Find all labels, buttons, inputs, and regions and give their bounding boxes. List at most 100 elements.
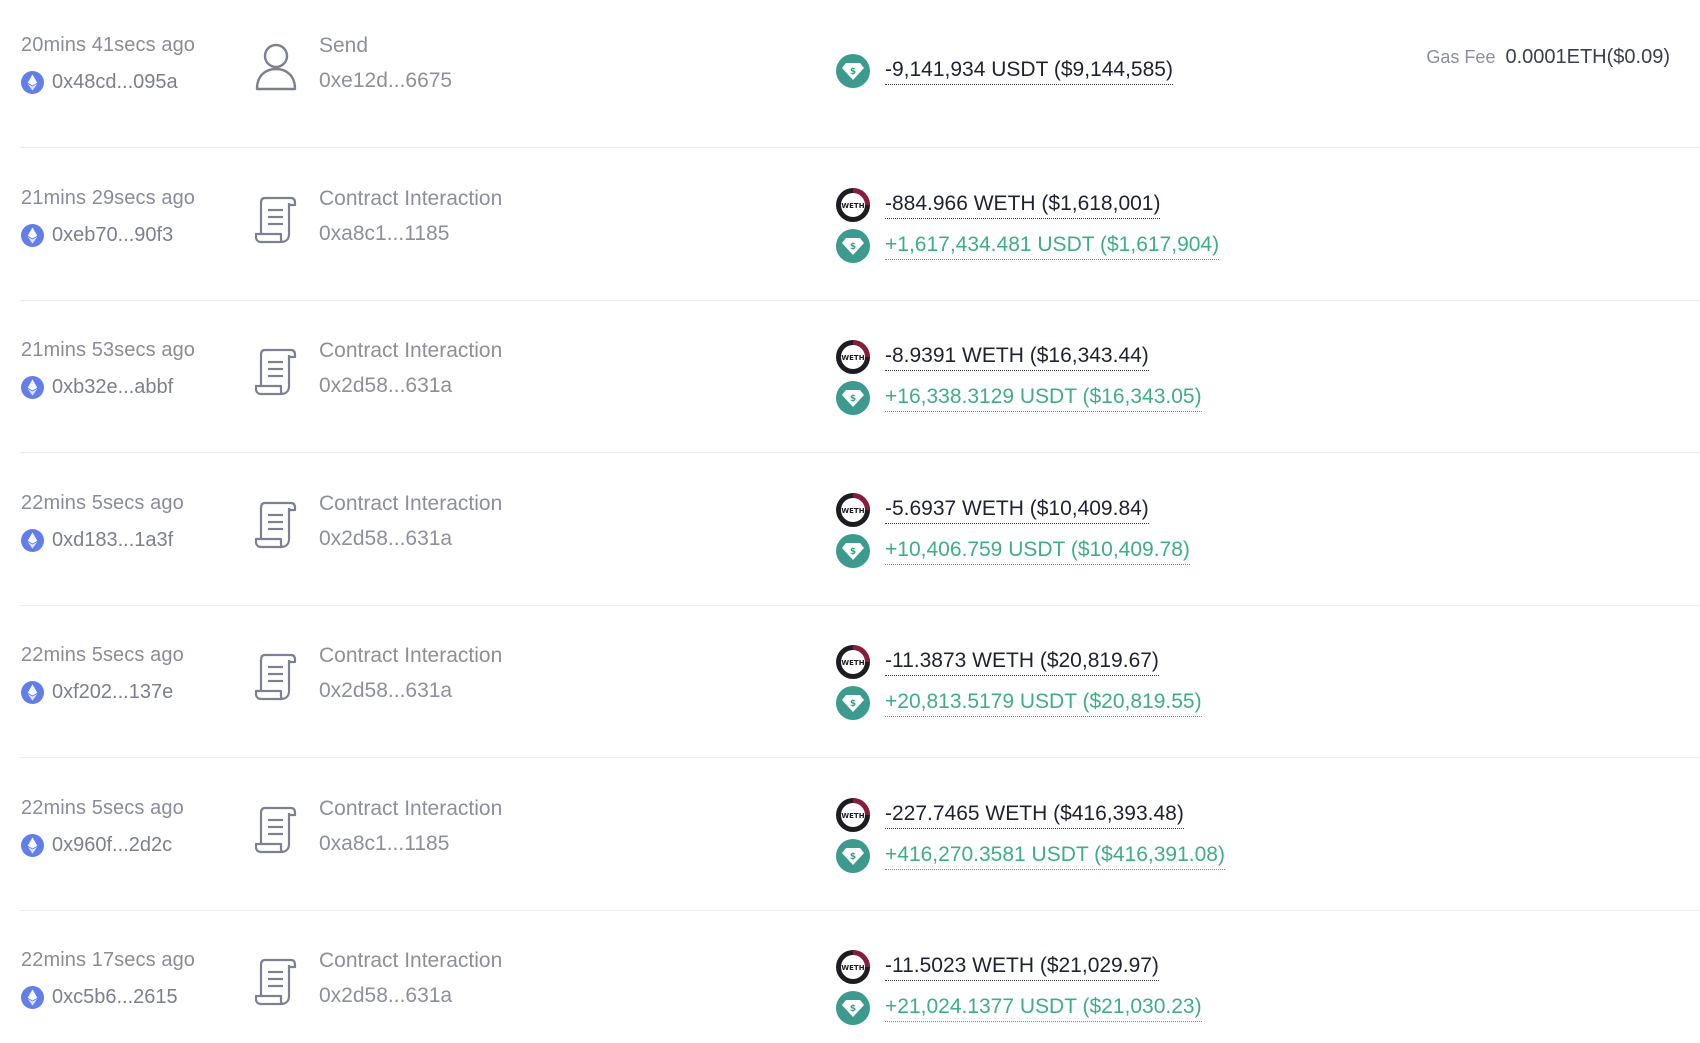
tx-counterparty-address[interactable]: 0x2d58...631a <box>319 373 502 399</box>
tx-type-label: Send <box>319 34 369 57</box>
tx-time: 21mins 29secs ago <box>21 187 196 209</box>
tx-amounts: WETH -884.966 WETH ($1,618,001) $ +1,617,43… <box>835 187 1220 269</box>
tx-counterparty-address[interactable]: 0xe12d...6675 <box>319 68 452 94</box>
tx-hash-line[interactable]: 0xeb70...90f3 <box>21 222 241 248</box>
usdt-token-icon: $ <box>836 229 870 263</box>
tx-type-block: Contract Interaction 0xa8c1...1185 <box>319 186 502 247</box>
tx-hash-line[interactable]: 0x48cd...095a <box>21 69 241 95</box>
tx-hash[interactable]: 0xf202...137e <box>52 679 173 705</box>
tx-counterparty-address[interactable]: 0x2d58...631a <box>319 526 502 552</box>
usdt-token-icon: $ <box>836 991 870 1025</box>
amount-line-usdt: $ -9,141,934 USDT ($9,144,585) <box>835 53 1173 89</box>
amount-value-weth[interactable]: -227.7465 WETH ($416,393.48) <box>885 801 1184 829</box>
amount-line-usdt: $ +10,406.759 USDT ($10,409.78) <box>835 533 1190 569</box>
weth-token-icon: WETH <box>836 188 870 222</box>
ethereum-icon <box>21 70 44 94</box>
amount-value-usdt[interactable]: +10,406.759 USDT ($10,409.78) <box>885 537 1190 565</box>
scroll-document-icon <box>254 196 297 244</box>
amount-value-usdt[interactable]: +16,338.3129 USDT ($16,343.05) <box>885 384 1202 412</box>
svg-text:WETH: WETH <box>841 354 864 362</box>
amount-value-usdt[interactable]: +416,270.3581 USDT ($416,391.08) <box>885 842 1225 870</box>
amount-value-weth[interactable]: -11.3873 WETH ($20,819.67) <box>885 648 1159 676</box>
usdt-token-icon: $ <box>836 54 870 88</box>
tx-type-label: Contract Interaction <box>319 644 503 667</box>
tx-type-label: Contract Interaction <box>319 797 503 820</box>
tx-hash-line[interactable]: 0x960f...2d2c <box>21 832 241 858</box>
tx-time-block: 22mins 5secs ago 0xf202...137e <box>21 642 241 705</box>
tx-type-block: Contract Interaction 0x2d58...631a <box>319 338 502 399</box>
svg-text:WETH: WETH <box>841 202 864 210</box>
amount-value-usdt[interactable]: +21,024.1377 USDT ($21,030.23) <box>885 994 1202 1022</box>
tx-time: 22mins 5secs ago <box>21 492 184 514</box>
tx-counterparty-address[interactable]: 0xa8c1...1185 <box>319 221 502 247</box>
amount-line-usdt: $ +21,024.1377 USDT ($21,030.23) <box>835 990 1202 1026</box>
tx-hash-line[interactable]: 0xd183...1a3f <box>21 527 241 553</box>
row-divider <box>20 757 1700 758</box>
tx-type-icon-wrap <box>253 804 299 856</box>
tx-time-block: 22mins 5secs ago 0x960f...2d2c <box>21 795 241 858</box>
amount-line-weth: WETH -11.3873 WETH ($20,819.67) <box>835 644 1202 680</box>
tx-time-block: 22mins 17secs ago 0xc5b6...2615 <box>21 947 241 1010</box>
amount-value-weth[interactable]: -8.9391 WETH ($16,343.44) <box>885 343 1149 371</box>
user-icon <box>255 43 297 91</box>
svg-text:WETH: WETH <box>841 507 864 515</box>
svg-text:WETH: WETH <box>841 812 864 820</box>
svg-text:WETH: WETH <box>841 964 864 972</box>
tx-hash-line[interactable]: 0xc5b6...2615 <box>21 984 241 1010</box>
amount-line-usdt: $ +16,338.3129 USDT ($16,343.05) <box>835 380 1202 416</box>
amount-line-weth: WETH -8.9391 WETH ($16,343.44) <box>835 339 1202 375</box>
transaction-row: 21mins 53secs ago 0xb32e...abbf Contract… <box>0 301 1700 453</box>
amount-value-usdt[interactable]: -9,141,934 USDT ($9,144,585) <box>885 57 1173 85</box>
tx-hash[interactable]: 0x960f...2d2c <box>52 832 172 858</box>
tx-amounts: WETH -11.3873 WETH ($20,819.67) $ +20,813.5… <box>835 644 1202 726</box>
gas-fee-value: 0.0001ETH($0.09) <box>1505 46 1670 68</box>
tx-amounts: $ -9,141,934 USDT ($9,144,585) <box>835 53 1173 94</box>
svg-text:$: $ <box>850 1004 856 1014</box>
tx-type-label: Contract Interaction <box>319 187 503 210</box>
tx-type-label: Contract Interaction <box>319 339 503 362</box>
tx-amounts: WETH -11.5023 WETH ($21,029.97) $ +21,024.1… <box>835 949 1202 1031</box>
amount-value-usdt[interactable]: +20,813.5179 USDT ($20,819.55) <box>885 689 1202 717</box>
tx-counterparty-address[interactable]: 0x2d58...631a <box>319 678 502 704</box>
amount-value-weth[interactable]: -11.5023 WETH ($21,029.97) <box>885 953 1159 981</box>
amount-line-weth: WETH -5.6937 WETH ($10,409.84) <box>835 492 1190 528</box>
usdt-token-icon: $ <box>836 686 870 720</box>
amount-value-usdt[interactable]: +1,617,434.481 USDT ($1,617,904) <box>885 232 1220 260</box>
tx-type-icon-wrap <box>253 194 299 246</box>
amount-value-weth[interactable]: -5.6937 WETH ($10,409.84) <box>885 496 1149 524</box>
row-divider <box>20 452 1700 453</box>
tx-type-icon-wrap <box>253 651 299 703</box>
tx-time-block: 20mins 41secs ago 0x48cd...095a <box>21 32 241 95</box>
svg-text:WETH: WETH <box>841 659 864 667</box>
tx-hash[interactable]: 0xb32e...abbf <box>52 374 173 400</box>
tx-type-icon-wrap <box>253 41 299 93</box>
tx-hash-line[interactable]: 0xf202...137e <box>21 679 241 705</box>
amount-line-usdt: $ +1,617,434.481 USDT ($1,617,904) <box>835 228 1220 264</box>
ethereum-icon <box>21 833 44 857</box>
weth-token-icon: WETH <box>836 798 870 832</box>
usdt-token-icon: $ <box>836 839 870 873</box>
tx-hash[interactable]: 0x48cd...095a <box>52 69 178 95</box>
tx-amounts: WETH -8.9391 WETH ($16,343.44) $ +16,338.31… <box>835 339 1202 421</box>
scroll-document-icon <box>254 653 297 701</box>
ethereum-icon <box>21 528 44 552</box>
transaction-row: 22mins 5secs ago 0xd183...1a3f Contract … <box>0 454 1700 606</box>
amount-line-weth: WETH -227.7465 WETH ($416,393.48) <box>835 797 1225 833</box>
scroll-document-icon <box>254 501 297 549</box>
tx-hash[interactable]: 0xeb70...90f3 <box>52 222 173 248</box>
svg-text:$: $ <box>850 699 856 709</box>
tx-type-block: Contract Interaction 0x2d58...631a <box>319 643 502 704</box>
amount-value-weth[interactable]: -884.966 WETH ($1,618,001) <box>885 191 1161 219</box>
tx-time-block: 21mins 53secs ago 0xb32e...abbf <box>21 337 241 400</box>
tx-hash[interactable]: 0xd183...1a3f <box>52 527 173 553</box>
svg-text:$: $ <box>850 852 856 862</box>
weth-token-icon: WETH <box>836 950 870 984</box>
tx-counterparty-address[interactable]: 0xa8c1...1185 <box>319 831 502 857</box>
weth-token-icon: WETH <box>836 340 870 374</box>
tx-hash[interactable]: 0xc5b6...2615 <box>52 984 178 1010</box>
ethereum-icon <box>21 985 44 1009</box>
row-divider <box>20 147 1700 148</box>
tx-hash-line[interactable]: 0xb32e...abbf <box>21 374 241 400</box>
transaction-row: 22mins 5secs ago 0x960f...2d2c Contract … <box>0 759 1700 911</box>
tx-counterparty-address[interactable]: 0x2d58...631a <box>319 983 502 1009</box>
